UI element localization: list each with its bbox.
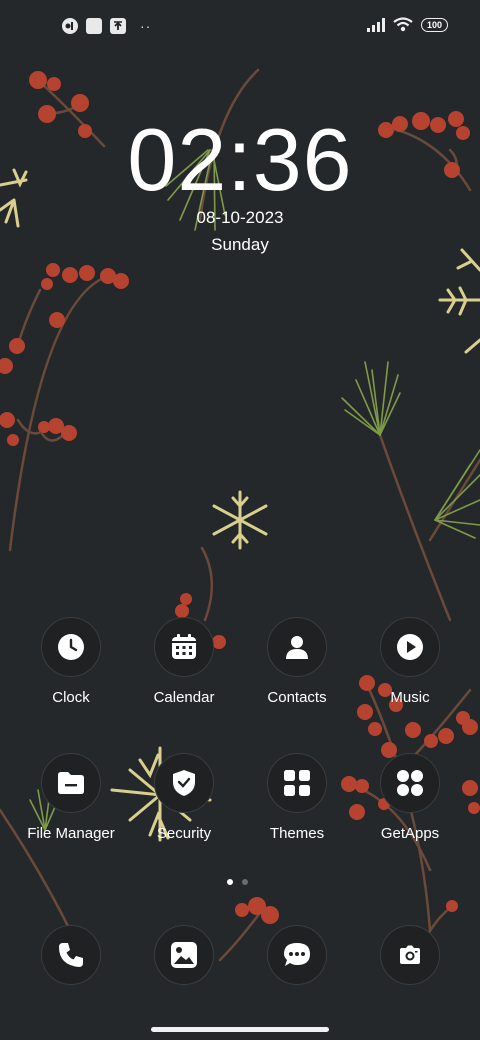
- music-icon[interactable]: [380, 617, 440, 677]
- app-label: Security: [156, 825, 212, 842]
- contacts-icon[interactable]: [267, 617, 327, 677]
- app-label: GetApps: [380, 825, 440, 842]
- themes-grid-icon[interactable]: [267, 753, 327, 813]
- camera-icon[interactable]: [380, 925, 440, 985]
- clock-day[interactable]: Sunday: [0, 235, 480, 255]
- dock-gallery[interactable]: [124, 925, 244, 985]
- app-notification-icon: [62, 18, 78, 34]
- upload-notification-icon: [110, 18, 126, 34]
- app-getapps[interactable]: GetApps: [350, 753, 470, 842]
- page-dot-1[interactable]: [227, 879, 233, 885]
- signal-icon: [366, 17, 385, 32]
- phone-icon[interactable]: [41, 925, 101, 985]
- folder-icon[interactable]: [41, 753, 101, 813]
- shield-icon[interactable]: [154, 753, 214, 813]
- messaging-icon[interactable]: [267, 925, 327, 985]
- clock-time[interactable]: 02:36: [0, 108, 480, 212]
- page-dot-2[interactable]: [242, 879, 248, 885]
- more-notifications-indicator: ··: [140, 18, 152, 34]
- clock-icon[interactable]: [41, 617, 101, 677]
- system-icons: 100: [366, 17, 448, 32]
- dock-messaging[interactable]: [237, 925, 357, 985]
- home-gesture-bar[interactable]: [151, 1027, 329, 1032]
- app-calendar[interactable]: Calendar: [124, 617, 244, 706]
- gallery-icon[interactable]: [154, 925, 214, 985]
- app-themes[interactable]: Themes: [237, 753, 357, 842]
- app-label: Themes: [269, 825, 325, 842]
- app-security[interactable]: Security: [124, 753, 244, 842]
- notification-icons: ··: [62, 18, 151, 34]
- app-clock[interactable]: Clock: [11, 617, 131, 706]
- clock-date[interactable]: 08-10-2023: [0, 208, 480, 228]
- status-bar: ·· 100: [0, 0, 480, 56]
- calendar-icon[interactable]: [154, 617, 214, 677]
- app-file-manager[interactable]: File Manager: [11, 753, 131, 842]
- app-contacts[interactable]: Contacts: [237, 617, 357, 706]
- app-label: Contacts: [267, 689, 327, 706]
- app-label: Clock: [52, 689, 90, 706]
- dock-camera[interactable]: [350, 925, 470, 985]
- app-label: Calendar: [153, 689, 215, 706]
- battery-icon: 100: [420, 17, 448, 32]
- battery-level: 100: [426, 19, 442, 30]
- getapps-icon[interactable]: [380, 753, 440, 813]
- app-label: Music: [390, 689, 430, 706]
- wifi-icon: [393, 17, 413, 32]
- app-music[interactable]: Music: [350, 617, 470, 706]
- app-label: File Manager: [27, 825, 115, 842]
- dock-phone[interactable]: [11, 925, 131, 985]
- page-indicator: [227, 879, 248, 885]
- square-notification-icon: [86, 18, 102, 34]
